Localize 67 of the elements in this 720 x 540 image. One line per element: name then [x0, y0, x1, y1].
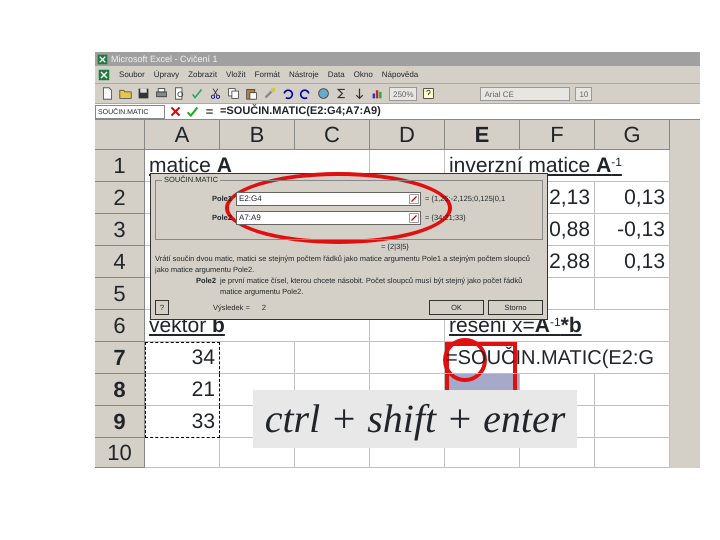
row-header[interactable]: 8	[95, 374, 145, 406]
menu-item[interactable]: Data	[328, 68, 345, 80]
empty-cell[interactable]	[295, 342, 370, 374]
column-header[interactable]: A	[145, 120, 220, 150]
menu-item[interactable]: Soubor	[119, 68, 145, 80]
table-cell[interactable]: -0,13	[595, 214, 670, 246]
undo-icon[interactable]	[281, 87, 294, 100]
cancel-icon[interactable]	[169, 105, 182, 118]
help-icon[interactable]	[422, 87, 436, 100]
collapse-dialog-icon[interactable]	[409, 194, 419, 204]
menu-item[interactable]: Vložit	[226, 68, 246, 80]
window-title: Microsoft Excel - Cvičení 1	[111, 53, 218, 66]
empty-cell[interactable]	[595, 406, 670, 438]
menu-item[interactable]: Okno	[354, 68, 373, 80]
shortcut-tooltip: ctrl + shift + enter	[253, 390, 577, 448]
print-icon[interactable]	[155, 87, 168, 100]
input-field[interactable]: E2:G4	[236, 192, 421, 206]
row-header[interactable]: 7	[95, 342, 145, 374]
paste-icon[interactable]	[245, 87, 258, 100]
collapse-dialog-icon[interactable]	[409, 212, 419, 222]
save-icon[interactable]	[137, 87, 150, 100]
excel-logo-icon	[97, 54, 108, 64]
row-header[interactable]: 9	[95, 406, 145, 438]
menu-item[interactable]: Formát	[254, 68, 280, 80]
column-header[interactable]: G	[595, 120, 670, 150]
empty-cell[interactable]	[220, 342, 295, 374]
row-header[interactable]: 6	[95, 310, 145, 342]
font-dropdown[interactable]: Arial CE	[480, 86, 570, 100]
formula-input[interactable]: =SOUČIN.MATIC(E2:G4;A7:A9)	[220, 103, 381, 120]
scissors-icon[interactable]	[209, 87, 222, 100]
new-document-icon[interactable]	[101, 87, 114, 100]
input-field[interactable]: A7:A9	[236, 210, 421, 224]
table-cell[interactable]: 0,13	[595, 246, 670, 278]
table-cell[interactable]: 21	[145, 374, 220, 406]
redo-icon[interactable]	[299, 87, 312, 100]
print-preview-icon[interactable]	[173, 87, 186, 100]
check-icon[interactable]	[186, 105, 199, 118]
menu-item[interactable]: Nápověda	[382, 68, 418, 80]
sort-icon[interactable]	[353, 87, 366, 100]
row-header[interactable]: 4	[95, 246, 145, 278]
column-header[interactable]: D	[370, 120, 445, 150]
empty-cell[interactable]	[595, 438, 670, 468]
row-header[interactable]: 10	[95, 438, 145, 468]
row-header[interactable]: 5	[95, 278, 145, 310]
column-header[interactable]: B	[220, 120, 295, 150]
copy-icon[interactable]	[227, 87, 240, 100]
table-cell[interactable]: 0,13	[595, 182, 670, 214]
folder-icon[interactable]	[119, 87, 132, 100]
row-header[interactable]: 3	[95, 214, 145, 246]
menu-item[interactable]: Zobrazit	[188, 68, 218, 80]
menu-item[interactable]: Úpravy	[154, 68, 180, 80]
row-header[interactable]: 2	[95, 182, 145, 214]
column-header[interactable]: E	[445, 120, 520, 150]
row-header[interactable]: 1	[95, 150, 145, 182]
menu-item[interactable]: Nástroje	[288, 68, 319, 80]
table-cell[interactable]: 34	[145, 342, 220, 374]
spelling-check-icon[interactable]	[191, 87, 204, 100]
empty-cell[interactable]	[595, 374, 670, 406]
empty-cell[interactable]	[595, 278, 670, 310]
table-cell[interactable]: 33	[145, 406, 220, 438]
excel-logo-icon[interactable]	[98, 68, 110, 80]
column-header[interactable]: C	[295, 120, 370, 150]
font-size-dropdown[interactable]: 10	[575, 86, 592, 100]
sigma-icon[interactable]	[335, 87, 348, 100]
empty-cell[interactable]	[370, 342, 445, 374]
zoom-dropdown[interactable]: 250%	[389, 86, 418, 100]
column-header[interactable]: F	[520, 120, 595, 150]
